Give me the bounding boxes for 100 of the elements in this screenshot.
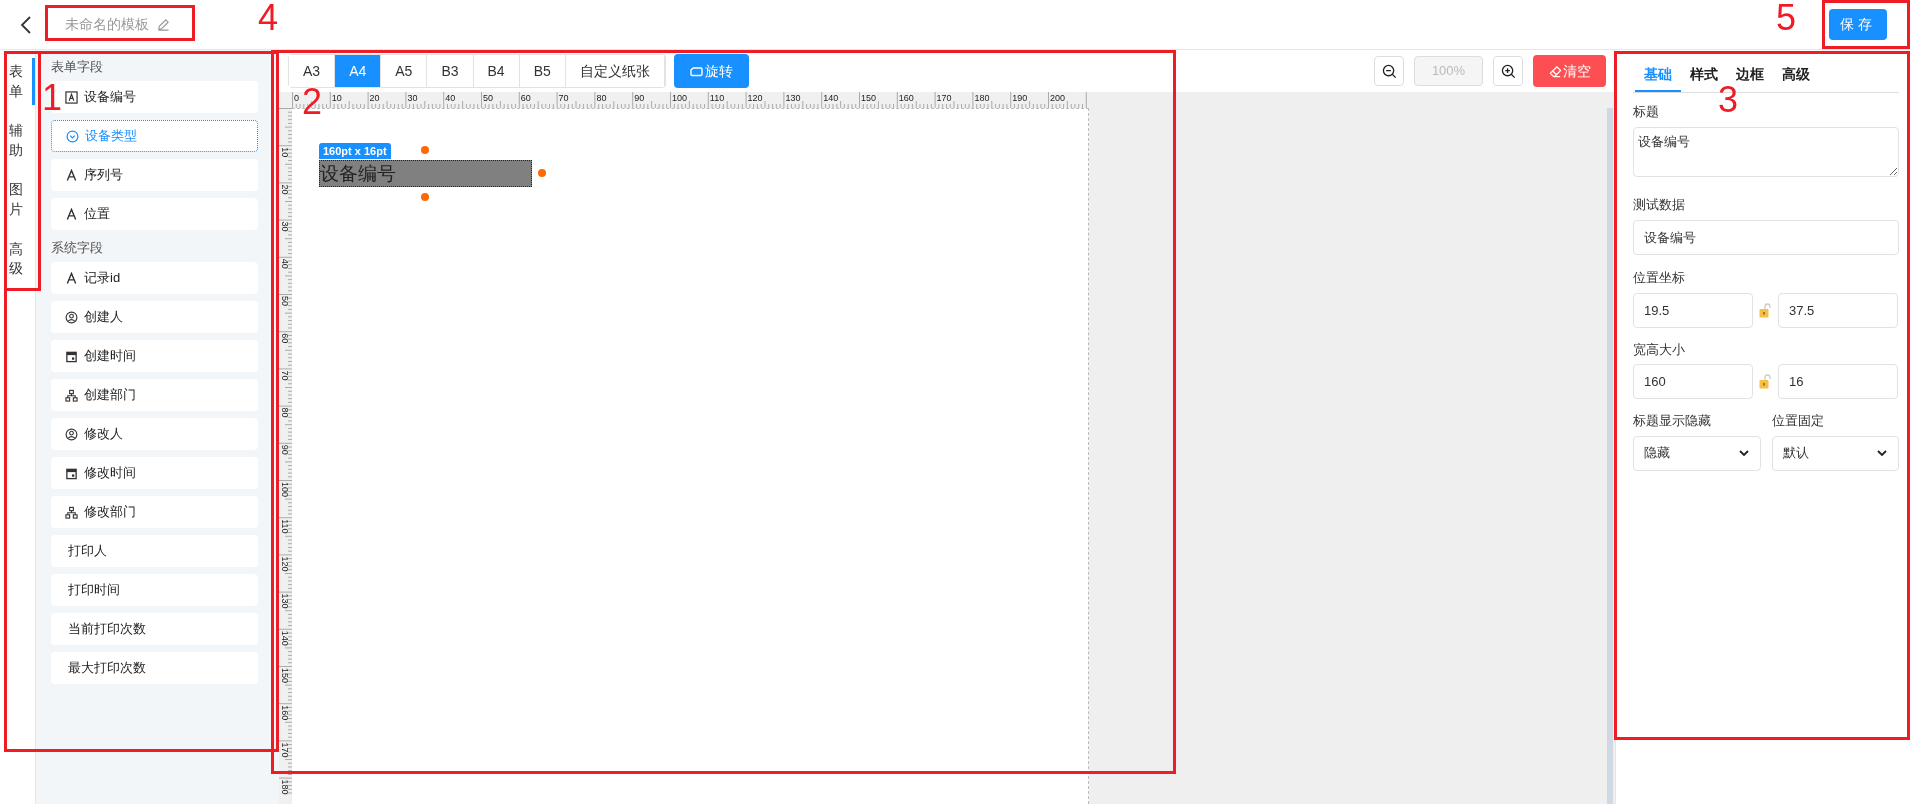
ruler-label: 10 (331, 93, 342, 103)
chevron-down-icon (1876, 447, 1888, 459)
resize-handle[interactable] (538, 169, 546, 177)
ruler-label: 180 (974, 93, 990, 103)
ruler-label: 130 (785, 93, 801, 103)
chevron-left-icon (20, 14, 32, 35)
field-label: 创建部门 (84, 386, 136, 405)
field-item[interactable]: 最大打印次数 (51, 652, 258, 684)
height-field[interactable]: 16 (1778, 364, 1898, 399)
ruler-label: 150 (861, 93, 877, 103)
ruler-label: 40 (445, 93, 456, 103)
ruler-label: 60 (520, 93, 531, 103)
field-item[interactable]: 记录id (51, 262, 258, 294)
field-label: 标题 (1633, 103, 1659, 121)
annotation-number: 5 (1776, 0, 1797, 36)
ruler-label: 150 (280, 668, 290, 684)
ruler-label: 110 (280, 519, 290, 534)
field-item[interactable]: 修改人 (51, 418, 258, 450)
ruler-label: 50 (483, 93, 493, 103)
ruler-label: 130 (280, 593, 290, 609)
x-field[interactable]: 19.5 (1633, 292, 1753, 328)
field-item[interactable]: 打印人 (51, 535, 258, 567)
rotate-icon (689, 65, 703, 77)
annotation-number: 2 (302, 84, 323, 120)
text-icon (65, 168, 78, 182)
title-textarea[interactable]: 设备编号 (1633, 126, 1899, 177)
text-icon (65, 207, 78, 221)
field-item[interactable]: 创建人 (51, 301, 258, 333)
size-badge: 160pt x 16pt (319, 143, 391, 159)
resize-handle[interactable] (421, 193, 429, 201)
ruler-label: 160 (898, 93, 914, 103)
select-value: 默认 (1782, 444, 1809, 463)
pencil-icon (157, 18, 170, 31)
ruler-label: 70 (280, 370, 290, 381)
ruler-label: 40 (280, 258, 290, 269)
field-label: 位置坐标 (1633, 269, 1685, 287)
field-label: 当前打印次数 (68, 620, 146, 639)
ruler-label: 120 (280, 556, 290, 572)
section-heading: 系统字段 (51, 239, 104, 257)
field-item[interactable]: 位置 (51, 198, 258, 230)
side-tab[interactable]: 辅助 (0, 117, 35, 165)
text-field-icon (65, 90, 78, 104)
field-label: 记录id (84, 269, 121, 288)
zoom-level-field: 100% (1414, 56, 1483, 86)
test-data-field[interactable]: 设备编号 (1633, 220, 1899, 255)
zoom-in-icon (1500, 63, 1516, 79)
ruler-label: 170 (936, 93, 952, 103)
paper-size-tab[interactable]: A3 (289, 55, 336, 87)
field-label: 打印人 (68, 542, 107, 561)
ruler-label: 170 (280, 742, 290, 758)
field-item[interactable]: 当前打印次数 (51, 613, 258, 645)
field-label: 修改人 (84, 425, 123, 444)
side-tab[interactable]: 高级 (0, 235, 35, 283)
field-item[interactable]: 序列号 (51, 159, 258, 191)
calendar-icon (65, 466, 78, 480)
scrollbar[interactable] (1607, 108, 1613, 804)
field-label: 修改时间 (84, 464, 136, 483)
ruler-label: 90 (634, 93, 645, 103)
chevron-down-icon (1737, 447, 1750, 459)
title-visibility-select[interactable]: 隐藏 (1633, 435, 1761, 471)
dropdown-icon (66, 129, 79, 143)
annotation-number: 4 (258, 0, 279, 36)
position-fixed-select[interactable]: 默认 (1771, 435, 1899, 471)
ruler-label: 60 (280, 333, 290, 344)
field-item[interactable]: 修改部门 (51, 496, 258, 528)
field-item[interactable]: 创建部门 (51, 379, 258, 411)
ruler-label: 120 (747, 93, 763, 103)
field-item[interactable]: 修改时间 (51, 457, 258, 489)
ruler-label: 180 (280, 779, 290, 795)
field-item[interactable]: 打印时间 (51, 574, 258, 606)
property-tab[interactable]: 高级 (1773, 58, 1819, 92)
user-icon (65, 427, 78, 441)
lock-icon[interactable] (1759, 302, 1772, 318)
hierarchy-icon (65, 505, 78, 519)
width-field[interactable]: 160 (1633, 364, 1753, 399)
calendar-icon (65, 349, 78, 363)
field-item[interactable]: 创建时间 (51, 340, 258, 372)
lock-icon[interactable] (1759, 374, 1772, 389)
ruler-label: 140 (280, 630, 290, 646)
annotation-number: 3 (1718, 82, 1739, 118)
ruler-label: 100 (672, 93, 688, 103)
ruler-label: 140 (823, 93, 839, 103)
ruler-label: 190 (1012, 93, 1028, 103)
field-label: 最大打印次数 (68, 659, 146, 678)
ruler-label: 100 (280, 482, 290, 498)
user-icon (65, 310, 78, 324)
side-tab[interactable]: 图片 (0, 176, 35, 224)
field-label: 位置固定 (1771, 412, 1824, 430)
eraser-icon (1548, 64, 1562, 78)
canvas-text-element[interactable]: 设备编号 (319, 160, 532, 187)
field-label: 创建人 (84, 308, 123, 327)
field-label: 标题显示隐藏 (1633, 412, 1711, 430)
ruler-label: 20 (369, 93, 380, 103)
zoom-out-icon (1381, 63, 1397, 79)
zoom-out-button[interactable] (1374, 56, 1404, 86)
zoom-in-button[interactable] (1493, 56, 1523, 86)
y-field[interactable]: 37.5 (1778, 292, 1898, 328)
hierarchy-icon (65, 388, 78, 402)
field-label: 打印时间 (68, 581, 120, 600)
resize-handle[interactable] (421, 146, 429, 154)
